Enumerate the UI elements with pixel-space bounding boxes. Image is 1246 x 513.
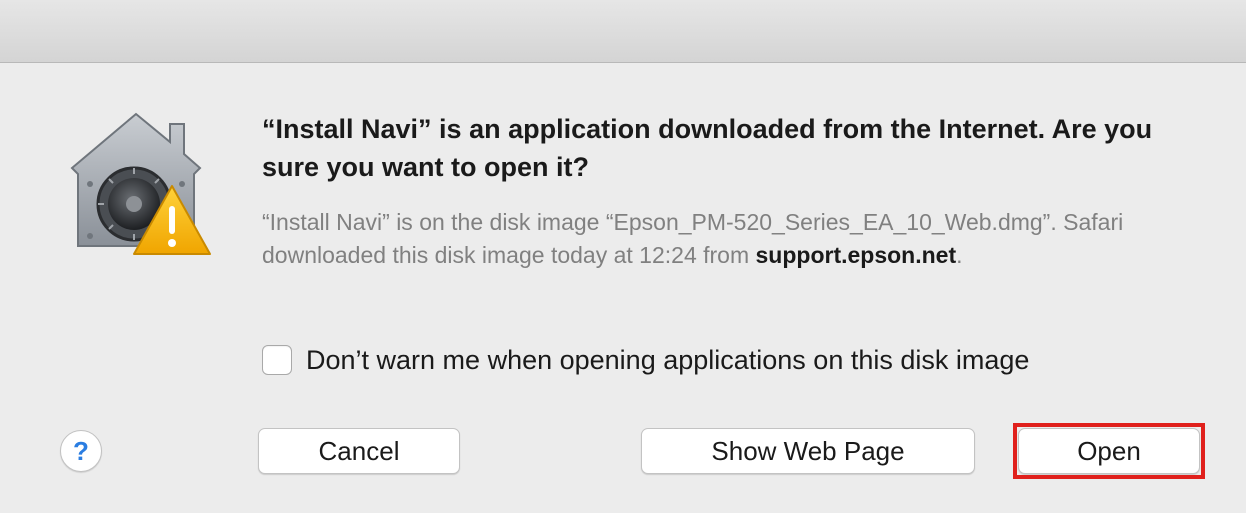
dont-warn-checkbox-row[interactable]: Don’t warn me when opening applications … xyxy=(262,340,1029,380)
dont-warn-checkbox[interactable] xyxy=(262,345,292,375)
dialog-info-text: “Install Navi” is on the disk image “Eps… xyxy=(262,206,1192,272)
info-text-suffix: . xyxy=(956,242,963,268)
info-text-prefix: “Install Navi” is on the disk image “Eps… xyxy=(262,209,1124,268)
help-button[interactable]: ? xyxy=(60,430,102,472)
open-button[interactable]: Open xyxy=(1018,428,1200,474)
title-bar xyxy=(0,0,1246,63)
info-domain: support.epson.net xyxy=(755,242,957,268)
dont-warn-checkbox-label[interactable]: Don’t warn me when opening applications … xyxy=(306,345,1029,376)
show-web-page-button[interactable]: Show Web Page xyxy=(641,428,975,474)
gatekeeper-warning-icon xyxy=(70,112,211,255)
dialog-heading: “Install Navi” is an application downloa… xyxy=(262,114,1153,182)
security-dialog: “Install Navi” is an application downloa… xyxy=(0,0,1246,513)
cancel-button[interactable]: Cancel xyxy=(258,428,460,474)
